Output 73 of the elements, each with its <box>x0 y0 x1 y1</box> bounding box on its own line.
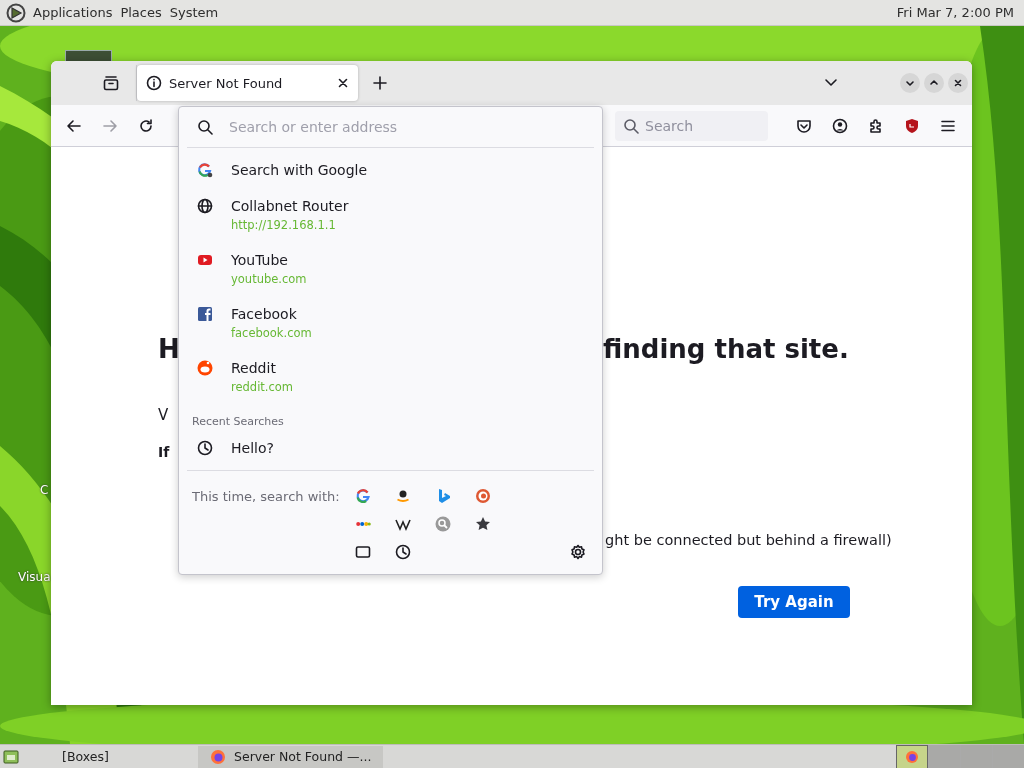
pocket-icon <box>796 117 812 134</box>
desktop-icon[interactable] <box>65 50 112 61</box>
page-text: V <box>158 406 169 424</box>
result-title: Facebook <box>231 305 298 324</box>
puzzle-icon <box>868 117 884 134</box>
page-heading: finding that site. <box>603 334 849 364</box>
back-arrow-icon <box>66 117 82 134</box>
section-heading: Recent Searches <box>191 414 285 430</box>
browser-icon <box>210 748 226 765</box>
reload-icon <box>138 117 154 134</box>
search-engine-icon <box>197 162 213 178</box>
desktop-icon-label[interactable]: C <box>40 483 49 497</box>
search-engine-icon <box>435 516 451 532</box>
logo-icon[interactable] <box>6 2 26 23</box>
address-field[interactable]: Search or enter address <box>229 119 584 135</box>
folder-icon <box>103 75 119 91</box>
settings-icon <box>570 544 586 560</box>
browser-icon <box>905 749 919 764</box>
play-icon <box>197 252 213 268</box>
result-item[interactable]: Search with Google <box>179 152 602 188</box>
search-engine-icon <box>475 488 491 504</box>
engines-label: This time, search with: <box>192 488 341 504</box>
page-text: ght be connected but behind a firewall) <box>605 532 892 548</box>
desktop-icon-label[interactable]: Visua <box>18 570 51 584</box>
globe-icon <box>197 198 213 214</box>
result-url: http://192.168.1.1 <box>231 217 337 234</box>
workspace-button[interactable] <box>896 744 928 768</box>
maximize-button[interactable] <box>924 73 944 93</box>
info-icon <box>146 75 162 91</box>
result-item[interactable]: Reddit reddit.com <box>179 350 602 404</box>
result-title: Reddit <box>231 359 277 378</box>
result-title: Hello? <box>231 439 274 458</box>
result-url: facebook.com <box>231 325 312 342</box>
result-url: youtube.com <box>231 271 307 288</box>
try-again-button[interactable]: Try Again <box>738 586 850 618</box>
tab-title: Server Not Found <box>169 75 284 91</box>
search-icon <box>197 119 213 135</box>
clock-icon <box>197 440 213 456</box>
recent-search-item[interactable]: Hello? <box>179 430 602 466</box>
tab-icon <box>355 544 371 560</box>
result-title: YouTube <box>231 251 289 270</box>
clock[interactable]: Fri Mar 7, 2:00 PM <box>896 5 1016 20</box>
result-url: reddit.com <box>231 379 294 396</box>
close-icon <box>338 78 348 88</box>
minimize-button[interactable] <box>900 73 920 93</box>
clock-icon <box>395 544 411 560</box>
search-engine-icon <box>355 488 371 504</box>
taskbar-button[interactable]: [Boxes] <box>50 745 198 768</box>
site-icon <box>197 360 213 376</box>
chevron-down-icon <box>824 78 838 88</box>
account-icon <box>832 117 848 134</box>
result-item[interactable]: Collabnet Router http://192.168.1.1 <box>179 188 602 242</box>
result-title: Collabnet Router <box>231 197 349 216</box>
page-text: If <box>158 444 170 460</box>
close-window-button[interactable] <box>948 73 968 93</box>
search-field[interactable]: Search <box>615 110 768 141</box>
shield-icon <box>904 117 920 134</box>
site-icon <box>197 306 213 322</box>
browser-tab[interactable]: Server Not Found <box>137 65 358 101</box>
taskbar-button[interactable]: Server Not Found —... <box>198 745 384 768</box>
forward-arrow-icon <box>102 117 118 134</box>
menu-item[interactable]: System <box>168 5 220 20</box>
plus-icon <box>373 76 387 90</box>
result-item[interactable]: YouTube youtube.com <box>179 242 602 296</box>
search-engine-icon <box>355 522 371 526</box>
menu-item[interactable]: Applications <box>32 5 114 20</box>
desktop-icon <box>3 749 19 764</box>
menu-item[interactable]: Places <box>119 5 163 20</box>
search-engine-icon <box>395 488 411 504</box>
page-heading: H <box>158 334 180 364</box>
result-title: Search with Google <box>231 161 368 180</box>
star-icon <box>475 516 491 532</box>
result-item[interactable]: Facebook facebook.com <box>179 296 602 350</box>
